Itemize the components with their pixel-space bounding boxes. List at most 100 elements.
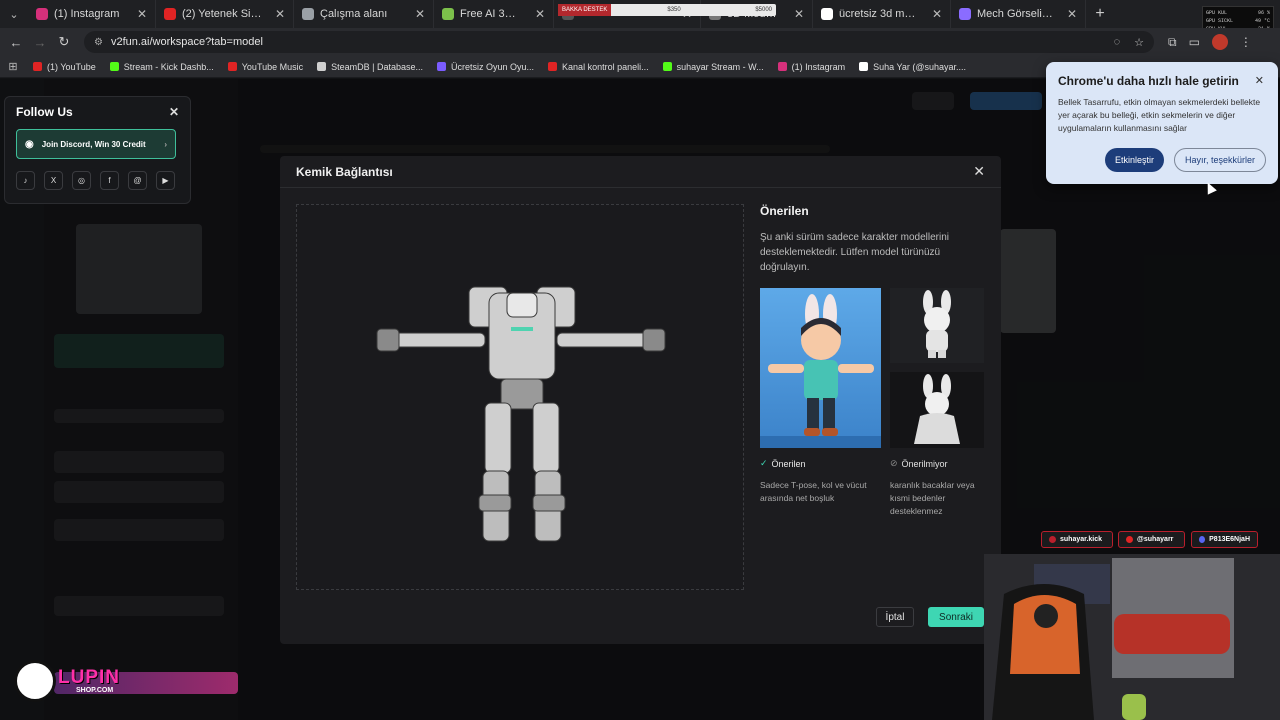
recommended-label: ✓ Önerilen: [760, 458, 806, 469]
browser-tab[interactable]: (1) Instagram ✕: [28, 0, 156, 28]
close-icon[interactable]: ✕: [1255, 74, 1264, 87]
tab-close-icon[interactable]: ✕: [409, 7, 425, 21]
bookmark-label: SteamDB | Database...: [331, 61, 424, 72]
stream-social-label: @suhayarr: [1137, 536, 1174, 543]
downloads-icon[interactable]: ▭: [1189, 35, 1200, 49]
bookmark-label: Kanal kontrol paneli...: [562, 61, 649, 72]
no-thanks-button[interactable]: Hayır, teşekkürler: [1173, 148, 1266, 172]
model-viewport[interactable]: [296, 204, 744, 590]
tab-close-icon[interactable]: ✕: [926, 7, 942, 21]
youtube-icon[interactable]: ▶: [156, 171, 175, 190]
mech-visor: [511, 327, 533, 331]
x-circle-icon: ⊘: [890, 458, 898, 468]
tab-search-icon[interactable]: ⌄: [0, 0, 28, 28]
facebook-icon[interactable]: f: [100, 171, 119, 190]
bookmark-item[interactable]: SteamDB | Database...: [310, 62, 430, 72]
tab-close-icon[interactable]: ✕: [529, 7, 545, 21]
tab-favicon-icon: [302, 8, 314, 20]
not-recommended-example-image: [890, 372, 984, 448]
not-recommended-label-text: Önerilmiyor: [901, 458, 948, 469]
bookmark-favicon-icon: [317, 62, 327, 71]
extensions-icon[interactable]: ⧉: [1168, 35, 1177, 50]
browser-tab[interactable]: ücretsiz 3d model oluştur ✕: [813, 0, 951, 28]
bookmark-item[interactable]: Ücretsiz Oyun Oyu...: [430, 62, 541, 72]
bookmark-favicon-icon: [777, 62, 787, 71]
hw-stat-row: GPU KUL 96 %: [1206, 9, 1270, 17]
browser-tab[interactable]: Mech Görselini Kalite Yük ✕: [951, 0, 1086, 28]
hw-stat-label: GPU SICKL: [1206, 18, 1234, 24]
url-bar[interactable]: ⚙ v2fun.ai/workspace?tab=model ◌ ☆: [84, 31, 1154, 53]
bookmark-favicon-icon: [227, 62, 237, 71]
mech-left-foot: [478, 494, 512, 512]
webcam-overlay: [984, 554, 1280, 720]
hw-stat-value: 49 °C: [1254, 18, 1270, 24]
browser-tab[interactable]: Çalışma alanı ✕: [294, 0, 434, 28]
next-button[interactable]: Sonraki: [928, 607, 984, 627]
bookmark-label: YouTube Music: [241, 61, 304, 72]
tab-title: (2) Yetenek Sizsiniz Türkiye: [182, 8, 263, 20]
hw-stat-row: GPU SICKL 49 °C: [1206, 17, 1270, 25]
reload-icon[interactable]: ↻: [52, 30, 76, 54]
recommended-heading: Önerilen: [760, 204, 809, 218]
bookmark-item[interactable]: YouTube Music: [221, 62, 310, 72]
recommendation-description: Şu anki sürüm sadece karakter modellerin…: [760, 232, 949, 273]
bookmark-star-icon[interactable]: ☆: [1134, 36, 1144, 49]
close-icon[interactable]: ✕: [169, 105, 179, 119]
join-discord-label: Join Discord, Win 30 Credit: [41, 139, 146, 149]
join-discord-button[interactable]: ◉ Join Discord, Win 30 Credit ›: [16, 129, 176, 159]
modal-title: Kemik Bağlantısı: [296, 164, 393, 179]
mech-right-hand: [642, 328, 666, 352]
bookmark-label: (1) Instagram: [791, 61, 846, 72]
cancel-button[interactable]: İptal: [876, 607, 914, 627]
url-text[interactable]: v2fun.ai/workspace?tab=model: [111, 36, 263, 48]
tab-favicon-icon: [36, 8, 48, 20]
tab-close-icon[interactable]: ✕: [269, 7, 285, 21]
bookmark-label: (1) YouTube: [47, 61, 96, 72]
tab-title: ücretsiz 3d model oluştur: [839, 8, 920, 20]
tab-close-icon[interactable]: ✕: [788, 7, 804, 21]
menu-icon[interactable]: ⋮: [1240, 35, 1252, 49]
tab-title: Çalışma alanı: [320, 8, 388, 20]
tab-close-icon[interactable]: ✕: [1061, 7, 1077, 21]
instagram-icon[interactable]: ◎: [72, 171, 91, 190]
tab-close-icon[interactable]: ✕: [131, 7, 147, 21]
bookmark-item[interactable]: Kanal kontrol paneli...: [541, 62, 656, 72]
new-tab-button[interactable]: +: [1086, 0, 1114, 28]
forward-icon[interactable]: →: [28, 30, 52, 54]
bone-binding-modal: Kemik Bağlantısı ✕ Önerilen Şu anki sürü…: [280, 156, 1001, 644]
bookmark-favicon-icon: [548, 62, 558, 71]
apps-icon[interactable]: ⊞: [0, 60, 26, 73]
mech-left-thigh: [484, 402, 512, 474]
donation-mid: $350: [667, 7, 681, 13]
enable-button[interactable]: Etkinleştir: [1104, 148, 1164, 172]
donation-label: BAKKA DESTEK: [558, 4, 612, 16]
bookmark-item[interactable]: suhayar Stream - W...: [656, 62, 771, 72]
back-icon[interactable]: ←: [4, 30, 28, 54]
bookmark-label: Stream - Kick Dashb...: [123, 61, 214, 72]
bookmark-item[interactable]: (1) Instagram: [771, 62, 853, 72]
tiktok-icon[interactable]: ♪: [16, 171, 35, 190]
threads-icon[interactable]: @: [128, 171, 147, 190]
donation-goal: $5000: [755, 7, 772, 13]
bookmark-label: Ücretsiz Oyun Oyu...: [451, 61, 535, 72]
close-icon[interactable]: ✕: [973, 163, 985, 180]
tab-favicon-icon: [821, 8, 833, 20]
social-platform-icon: [1199, 536, 1206, 543]
lupin-shop-logo: LUPIN SHOP.COM: [14, 660, 238, 702]
browser-tab[interactable]: Free AI 3D Model Generator ✕: [434, 0, 554, 28]
eye-off-icon[interactable]: ◌: [1114, 36, 1121, 49]
discord-icon: ◉: [25, 138, 34, 150]
bookmark-item[interactable]: (1) YouTube: [26, 62, 103, 72]
x-icon[interactable]: X: [44, 171, 63, 190]
site-info-icon[interactable]: ⚙: [94, 37, 103, 48]
tab-title: Mech Görselini Kalite Yük: [977, 8, 1055, 20]
bookmark-item[interactable]: Suha Yar (@suhayar....: [852, 62, 973, 72]
bookmark-item[interactable]: Stream - Kick Dashb...: [103, 62, 221, 72]
avatar[interactable]: [1211, 34, 1228, 50]
social-platform-icon: [1049, 536, 1056, 543]
bookmark-favicon-icon: [437, 62, 447, 71]
browser-tab[interactable]: (2) Yetenek Sizsiniz Türkiye ✕: [156, 0, 294, 28]
address-toolbar: ← → ↻ ⚙ v2fun.ai/workspace?tab=model ◌ ☆…: [0, 28, 1280, 56]
bookmark-favicon-icon: [109, 62, 119, 71]
donation-strip: BAKKA DESTEK $350 $5000: [558, 4, 776, 16]
